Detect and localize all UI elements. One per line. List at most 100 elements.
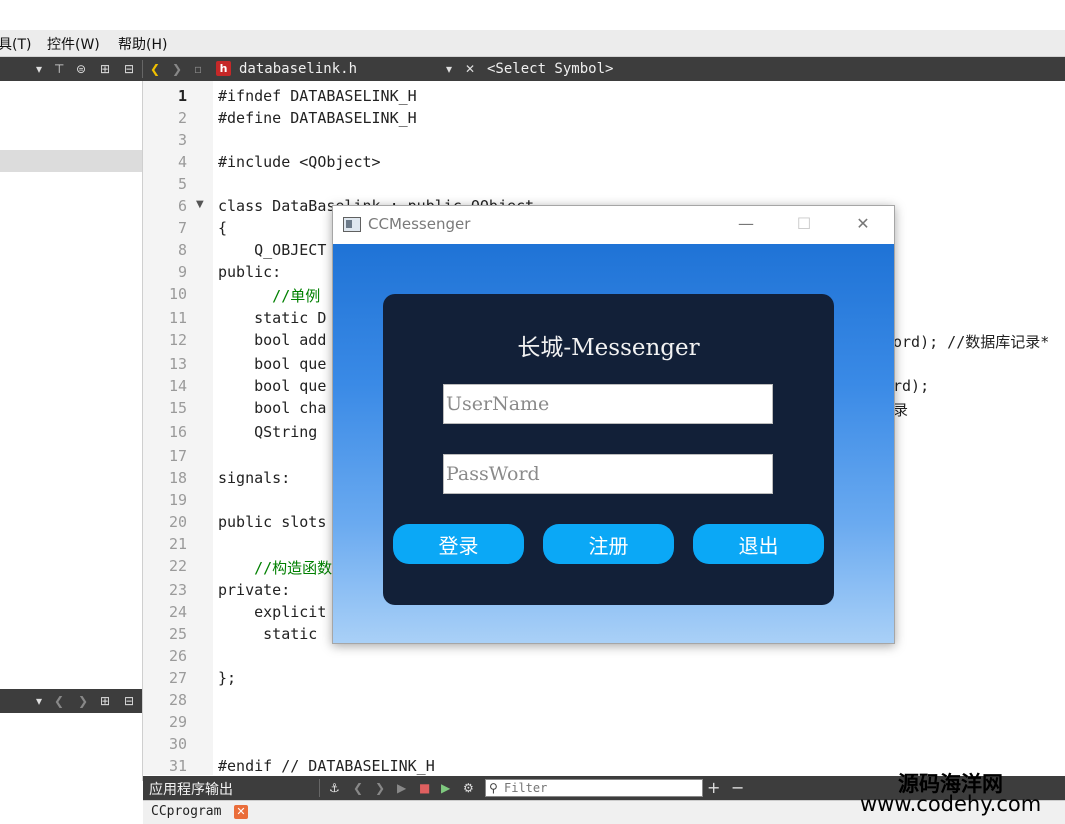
password-input[interactable] bbox=[443, 454, 773, 494]
remove-icon[interactable]: − bbox=[731, 779, 744, 797]
close-button[interactable]: ✕ bbox=[848, 212, 878, 236]
menu-tools[interactable]: 具(T) bbox=[0, 34, 31, 54]
line-number: 25 bbox=[168, 625, 187, 643]
line-number: 15 bbox=[168, 399, 187, 417]
code-line: bool que bbox=[218, 355, 327, 373]
open-file-name[interactable]: databaselink.h bbox=[239, 60, 357, 78]
line-number: 21 bbox=[168, 535, 187, 553]
app-window-icon bbox=[343, 217, 361, 232]
close-pane-icon[interactable]: ⊟ bbox=[124, 692, 134, 710]
code-line: #endif // DATABASELINK_H bbox=[218, 757, 435, 775]
dialog-background: 长城-Messenger 登录 注册 退出 bbox=[333, 244, 894, 643]
line-number: 31 bbox=[168, 757, 187, 775]
header-file-icon: h bbox=[216, 61, 231, 76]
menu-help[interactable]: 帮助(H) bbox=[118, 34, 167, 54]
code-line: #define DATABASELINK_H bbox=[218, 109, 417, 127]
window-top-area bbox=[0, 0, 1065, 30]
watermark-url: www.codehy.com bbox=[860, 792, 1042, 816]
line-number: 1 bbox=[177, 87, 187, 105]
login-button[interactable]: 登录 bbox=[393, 524, 524, 564]
code-line: bool cha bbox=[218, 399, 327, 417]
line-number: 12 bbox=[168, 331, 187, 349]
tab-ccprogram[interactable]: CCprogram bbox=[151, 804, 221, 819]
attach-icon[interactable]: ⚓ bbox=[329, 779, 340, 797]
line-number: 5 bbox=[177, 175, 187, 193]
line-number: 10 bbox=[168, 285, 187, 303]
line-number: 17 bbox=[168, 447, 187, 465]
line-number: 7 bbox=[177, 219, 187, 237]
stop-icon[interactable]: ■ bbox=[419, 779, 430, 797]
line-number: 24 bbox=[168, 603, 187, 621]
code-line: public: bbox=[218, 263, 282, 281]
login-panel: 长城-Messenger 登录 注册 退出 bbox=[383, 294, 834, 605]
line-number: 27 bbox=[168, 669, 187, 687]
dialog-titlebar[interactable]: CCMessenger — ☐ ✕ bbox=[333, 206, 894, 244]
line-number: 30 bbox=[168, 735, 187, 753]
code-line: private: bbox=[218, 581, 291, 599]
back-arrow-icon[interactable]: ❮ bbox=[150, 60, 160, 78]
symbol-selector[interactable]: <Select Symbol> bbox=[487, 60, 613, 78]
line-number: 19 bbox=[168, 491, 187, 509]
divider bbox=[142, 60, 143, 78]
code-fragment: ord); //数据库记录* bbox=[893, 333, 1050, 351]
menu-widgets[interactable]: 控件(W) bbox=[47, 34, 100, 54]
search-icon: ⚲ bbox=[489, 781, 498, 795]
line-number: 2 bbox=[177, 109, 187, 127]
add-icon[interactable]: + bbox=[707, 779, 720, 797]
line-number: 16 bbox=[168, 423, 187, 441]
menu-bar: 具(T) 控件(W) 帮助(H) bbox=[0, 30, 1065, 57]
login-heading: 长城-Messenger bbox=[517, 335, 700, 361]
code-line: #include <QObject> bbox=[218, 153, 381, 171]
code-line: //单例 bbox=[218, 287, 321, 305]
dialog-title: CCMessenger bbox=[368, 215, 471, 233]
line-number: 23 bbox=[168, 581, 187, 599]
line-number: 11 bbox=[168, 309, 187, 327]
line-number: 28 bbox=[168, 691, 187, 709]
close-pane-icon[interactable]: ⊟ bbox=[124, 60, 134, 78]
minimize-button[interactable]: — bbox=[731, 212, 761, 236]
code-line: { bbox=[218, 219, 228, 237]
maximize-button[interactable]: ☐ bbox=[789, 212, 819, 236]
back-arrow-icon[interactable]: ❮ bbox=[54, 692, 64, 710]
code-line: QString bbox=[218, 423, 318, 441]
forward-arrow-icon[interactable]: ❯ bbox=[375, 779, 385, 797]
forward-arrow-icon[interactable]: ❯ bbox=[78, 692, 88, 710]
filter-field: ⚲ bbox=[485, 779, 703, 797]
link-icon[interactable]: ⊜ bbox=[76, 60, 86, 78]
login-dialog-window: CCMessenger — ☐ ✕ 长城-Messenger 登录 注册 退出 bbox=[332, 205, 895, 644]
split-icon[interactable]: ⊞ bbox=[100, 692, 110, 710]
line-number: 18 bbox=[168, 469, 187, 487]
filter-icon[interactable]: ⊤ bbox=[54, 60, 64, 78]
username-input[interactable] bbox=[443, 384, 773, 424]
split-icon[interactable]: ⊞ bbox=[100, 60, 110, 78]
register-button[interactable]: 注册 bbox=[543, 524, 674, 564]
file-dropdown-icon[interactable]: ▾ bbox=[446, 60, 452, 78]
code-line: bool que bbox=[218, 377, 327, 395]
fold-arrow-icon[interactable]: ▼ bbox=[196, 199, 204, 210]
code-fragment: rd); bbox=[893, 377, 930, 395]
code-line: signals: bbox=[218, 469, 291, 487]
chevron-down-icon[interactable]: ▾ bbox=[36, 60, 42, 78]
run-icon[interactable]: ▶ bbox=[397, 779, 406, 797]
sidebar-bottom-toolbar: ▾ ❮ ❯ ⊞ ⊟ bbox=[0, 689, 142, 713]
line-number: 8 bbox=[177, 241, 187, 259]
back-arrow-icon[interactable]: ❮ bbox=[353, 779, 363, 797]
chevron-down-icon[interactable]: ▾ bbox=[36, 692, 42, 710]
code-line: #ifndef DATABASELINK_H bbox=[218, 87, 417, 105]
sidebar-selected-row[interactable] bbox=[0, 150, 142, 172]
line-number: 9 bbox=[177, 263, 187, 281]
code-line: static bbox=[218, 625, 318, 643]
code-line: //构造函数 bbox=[218, 559, 333, 577]
line-number: 3 bbox=[177, 131, 187, 149]
divider bbox=[319, 779, 320, 797]
forward-arrow-icon[interactable]: ❯ bbox=[172, 60, 182, 78]
filter-input[interactable] bbox=[504, 780, 700, 796]
code-line: Q_OBJECT bbox=[218, 241, 327, 259]
gear-icon[interactable]: ⚙ bbox=[463, 779, 474, 797]
close-file-icon[interactable]: ✕ bbox=[465, 60, 475, 78]
output-panel-title: 应用程序输出 bbox=[149, 782, 233, 798]
exit-button[interactable]: 退出 bbox=[693, 524, 824, 564]
line-number: 13 bbox=[168, 355, 187, 373]
close-icon[interactable]: ✕ bbox=[234, 805, 248, 819]
debug-run-icon[interactable]: ▶ bbox=[441, 779, 450, 797]
